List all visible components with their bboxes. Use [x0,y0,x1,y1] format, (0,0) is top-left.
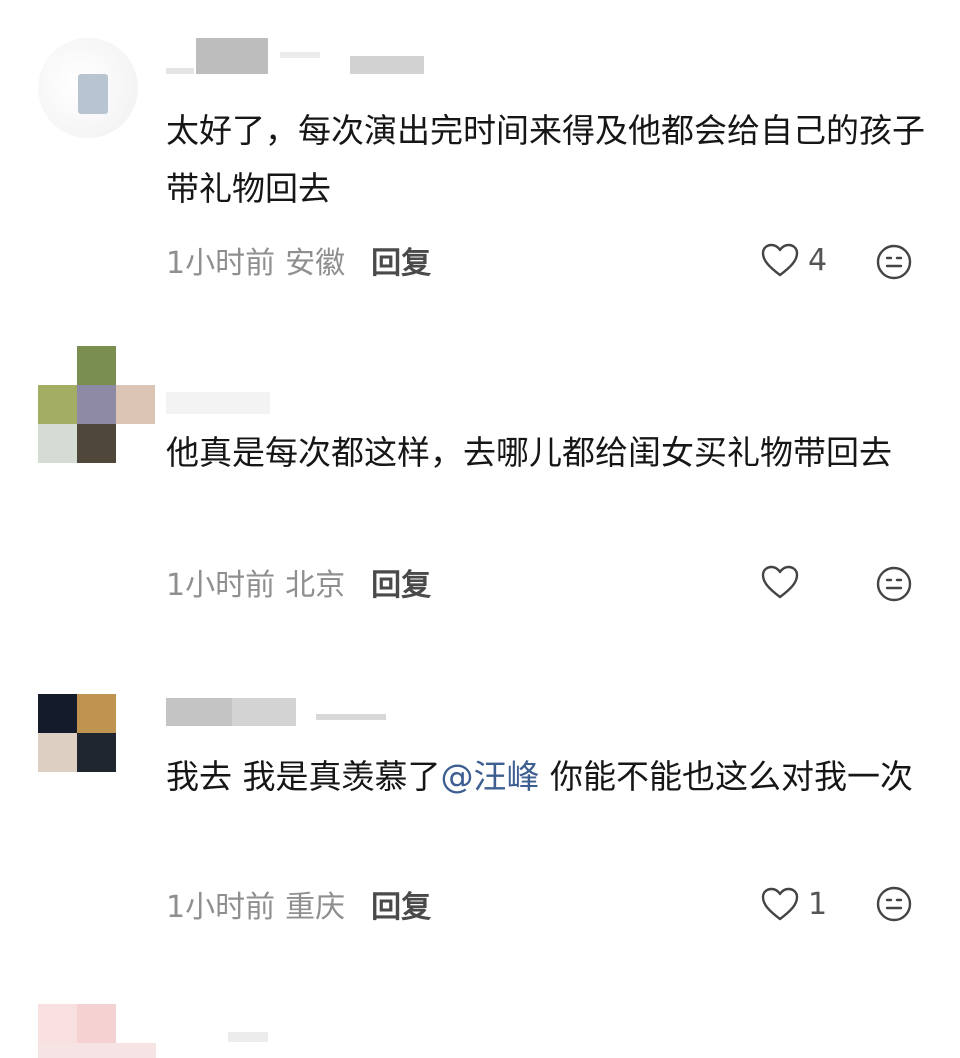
heart-outline-icon [761,887,799,921]
comment-text: 我去 我是真羡慕了@汪峰 你能不能也这么对我一次 [166,748,926,806]
mention-link[interactable]: @汪峰 [441,757,540,796]
avatar[interactable] [38,1004,156,1058]
reply-button[interactable]: 回复 [371,238,431,282]
heart-outline-icon [761,565,799,599]
like-button[interactable] [760,562,808,602]
comment-time: 1小时前 [166,246,276,281]
reply-button[interactable]: 回复 [371,882,431,926]
comment-text: 他真是每次都这样，去哪儿都给闺女买礼物带回去 [166,433,892,472]
comment-text: 太好了，每次演出完时间来得及他都会给自己的孩子带礼物回去 [166,111,925,208]
emoji-face-icon[interactable] [874,884,914,924]
like-count: 1 [808,886,828,922]
comment-text-after: 你能不能也这么对我一次 [539,757,913,796]
avatar[interactable] [38,346,156,464]
avatar[interactable] [38,38,138,138]
emoji-face-icon[interactable] [874,242,914,282]
username-blurred[interactable] [166,34,466,74]
comment-time: 1小时前 [166,890,276,925]
like-count: 4 [808,242,828,278]
reply-button[interactable]: 回复 [371,560,431,604]
avatar[interactable] [38,694,116,772]
comment-time: 1小时前 [166,568,276,603]
comment-location: 重庆 [285,890,346,925]
comment-text-before: 我去 我是真羡慕了 [166,757,441,796]
heart-outline-icon [761,243,799,277]
emoji-face-icon[interactable] [874,564,914,604]
like-button[interactable]: 1 [760,884,827,924]
comment-location: 北京 [285,568,346,603]
username-blurred[interactable] [166,386,286,426]
comment-location: 安徽 [285,246,346,281]
like-button[interactable]: 4 [760,240,827,280]
username-blurred[interactable] [166,692,406,732]
username-blurred[interactable] [166,1026,268,1046]
